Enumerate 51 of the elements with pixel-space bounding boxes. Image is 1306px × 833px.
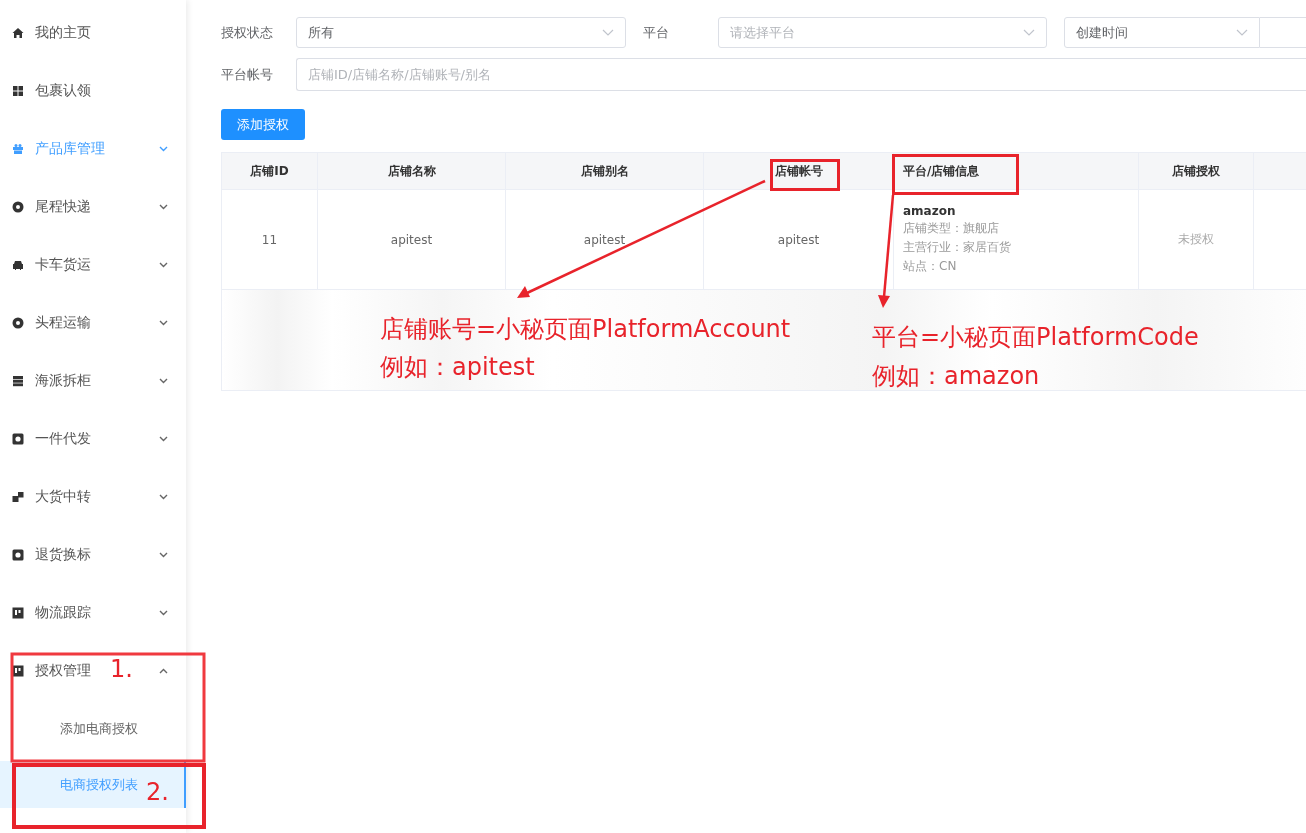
chevron-down-icon bbox=[1023, 29, 1035, 36]
annotation-text: 店铺账号=小秘页面PlatformAccount bbox=[380, 314, 791, 345]
step-number: 2. bbox=[146, 778, 169, 806]
sidebar-item[interactable]: 我的主页 bbox=[35, 24, 91, 42]
store-info-line: 主营行业：家居百货 bbox=[903, 239, 1011, 256]
menu-icon bbox=[12, 201, 24, 213]
menu-icon bbox=[12, 85, 24, 97]
annotation-text: 例如：amazon bbox=[872, 361, 1040, 392]
highlight-frame bbox=[770, 159, 840, 191]
column-header: 店铺ID bbox=[222, 153, 318, 190]
submenu-item[interactable]: 添加电商授权 bbox=[0, 700, 186, 758]
menu-icon bbox=[12, 143, 24, 155]
annotation-text: 例如：apitest bbox=[380, 352, 535, 383]
chevron-down-icon bbox=[602, 29, 614, 36]
account-search-field[interactable]: 店铺ID/店铺名称/店铺账号/别名 bbox=[296, 58, 1306, 91]
chevron-down-icon bbox=[1236, 29, 1248, 36]
sidebar-item[interactable]: 卡车货运 bbox=[35, 256, 91, 274]
status-select[interactable]: 所有 bbox=[296, 17, 626, 48]
menu-icon bbox=[12, 27, 24, 39]
menu-icon bbox=[12, 607, 24, 619]
menu-icon bbox=[12, 317, 24, 329]
filter-label: 授权状态 bbox=[221, 23, 274, 42]
step-number: 1. bbox=[110, 655, 133, 683]
column-header: 店铺授权 bbox=[1139, 153, 1254, 190]
menu-icon bbox=[12, 259, 24, 271]
menu-icon bbox=[12, 375, 24, 387]
store-info-line: 站点：CN bbox=[903, 258, 957, 275]
filter-label: 平台 bbox=[643, 23, 670, 42]
sidebar-item[interactable]: 授权管理 bbox=[35, 662, 91, 680]
date-field[interactable] bbox=[1260, 17, 1306, 48]
column-header: 店铺别名 bbox=[506, 153, 704, 190]
column-header: 平台/店铺信息 bbox=[894, 153, 1139, 190]
sidebar-item[interactable]: 退货换标 bbox=[35, 546, 91, 564]
sidebar-item[interactable]: 海派拆柜 bbox=[35, 372, 91, 390]
menu-icon bbox=[12, 665, 24, 677]
sidebar-item[interactable]: 包裹认领 bbox=[35, 82, 91, 100]
sidebar-item[interactable]: 一件代发 bbox=[35, 430, 91, 448]
column-header: 店铺帐号 bbox=[704, 153, 894, 190]
store-info-line: 店铺类型：旗舰店 bbox=[903, 220, 999, 237]
menu-icon bbox=[12, 549, 24, 561]
sidebar-item[interactable]: 尾程快递 bbox=[35, 198, 91, 216]
sidebar-item[interactable]: 大货中转 bbox=[35, 488, 91, 506]
time-select[interactable]: 创建时间 bbox=[1064, 17, 1260, 48]
platform-name: amazon bbox=[903, 204, 956, 218]
column-header: 店铺名称 bbox=[318, 153, 506, 190]
sidebar-item[interactable]: 头程运输 bbox=[35, 314, 91, 332]
sidebar-item[interactable]: 物流跟踪 bbox=[35, 604, 91, 622]
menu-icon bbox=[12, 433, 24, 445]
annotation-text: 平台=小秘页面PlatformCode bbox=[872, 322, 1199, 353]
menu-icon bbox=[12, 491, 24, 503]
filter-label: 平台帐号 bbox=[221, 65, 274, 84]
